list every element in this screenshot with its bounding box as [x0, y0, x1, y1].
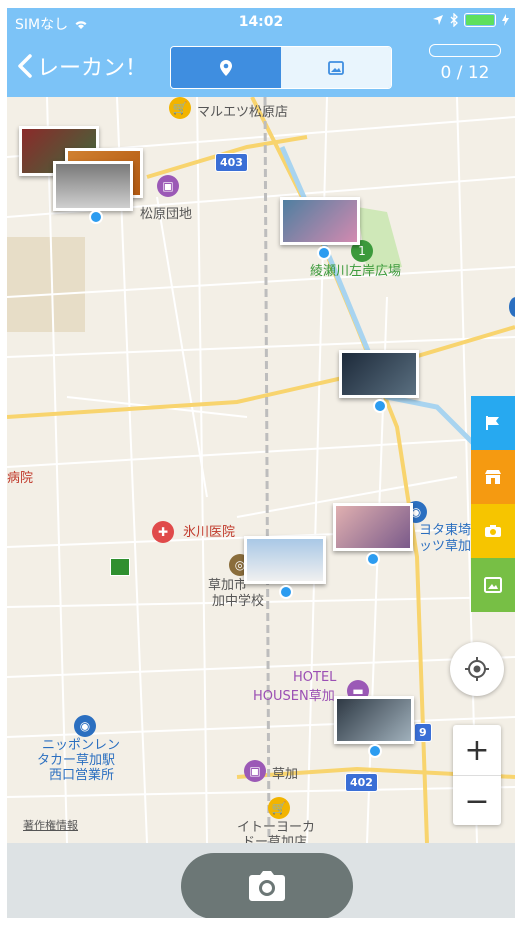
back-label: レーカン！ [37, 56, 148, 81]
map-label: HOUSEN草加 [253, 689, 335, 704]
spot-pin[interactable] [317, 246, 331, 260]
map-view[interactable]: マルエツ松原店 松原団地 綾瀬川左岸広場 病院 氷川医院 草加市 加中学校 ヨタ… [7, 97, 515, 850]
progress-count: 0 / 12 [440, 63, 490, 83]
spot-pin[interactable] [373, 399, 387, 413]
camera-button[interactable] [181, 853, 353, 918]
map-label: ッツ草加 [419, 539, 472, 554]
road-shield: 9 [414, 723, 432, 742]
spot-photo-thumbnail[interactable] [280, 197, 360, 245]
photo-icon [484, 577, 502, 593]
map-label: マルエツ松原店 [197, 105, 289, 120]
camera-filter-tab[interactable] [471, 504, 515, 558]
map-label: 松原団地 [140, 207, 193, 222]
shopping-cart-icon[interactable]: 🛒 [169, 97, 191, 119]
camera-icon [249, 871, 285, 901]
hospital-icon[interactable]: ✚ [152, 521, 174, 543]
convenience-store-icon[interactable] [110, 558, 130, 576]
header-bar: SIMなし 14:02 レーカン！ 0 / 12 [7, 8, 515, 97]
photo-icon [328, 60, 344, 75]
map-label: 綾瀬川左岸広場 [310, 264, 402, 279]
flag-filter-tab[interactable] [471, 396, 515, 450]
map-label: 氷川医院 [183, 525, 236, 540]
bluetooth-icon [450, 13, 458, 27]
location-arrow-icon [433, 15, 443, 25]
spot-photo-thumbnail[interactable] [333, 503, 413, 551]
battery-icon [464, 13, 496, 27]
status-bar: SIMなし 14:02 [7, 8, 515, 36]
map-label: 病院 [7, 471, 34, 486]
train-icon[interactable]: ▣ [157, 175, 179, 197]
map-label: 加中学校 [212, 594, 265, 609]
spot-pin[interactable] [366, 552, 380, 566]
map-label: HOTEL [293, 670, 337, 685]
camera-icon [485, 525, 501, 537]
tab-map-view[interactable] [171, 47, 281, 88]
map-label: 草加 [272, 767, 299, 782]
progress-bar [429, 44, 501, 57]
map-pin-icon [220, 59, 232, 76]
spot-pin[interactable] [368, 744, 382, 758]
car-rental-icon[interactable]: ◉ [74, 715, 96, 737]
shop-filter-tab[interactable] [471, 450, 515, 504]
zoom-in-button[interactable]: + [453, 725, 501, 776]
spot-photo-thumbnail[interactable] [244, 536, 326, 584]
crosshair-icon [465, 657, 489, 681]
map-label: 西口営業所 [49, 768, 115, 783]
flag-icon [486, 416, 499, 430]
bottom-bar [7, 843, 515, 918]
spot-photo-thumbnail[interactable] [334, 696, 414, 744]
zoom-out-button[interactable]: − [453, 776, 501, 826]
shop-icon [485, 470, 501, 484]
app-screen: SIMなし 14:02 レーカン！ 0 / 12 マルエツ松原店 松原団地 綾瀬… [7, 8, 515, 918]
road-shield: 403 [215, 153, 248, 172]
zoom-control: + − [453, 725, 501, 825]
photo-filter-tab[interactable] [471, 558, 515, 612]
back-button[interactable]: レーカン！ [17, 50, 147, 82]
copyright-link[interactable]: 著作権情報 [23, 817, 78, 833]
shopping-cart-icon[interactable]: 🛒 [268, 797, 290, 819]
spot-pin[interactable] [89, 210, 103, 224]
spot-photo-thumbnail[interactable] [339, 350, 419, 398]
charging-icon [502, 14, 509, 26]
spot-photo-thumbnail[interactable] [53, 161, 133, 211]
view-segmented-control [170, 46, 392, 89]
road-shield: 402 [345, 773, 378, 792]
current-location-button[interactable] [450, 642, 504, 696]
spot-pin[interactable] [279, 585, 293, 599]
train-icon[interactable]: ▣ [244, 760, 266, 782]
tab-photo-view[interactable] [281, 47, 391, 88]
visit-progress: 0 / 12 [425, 44, 505, 83]
chevron-left-icon [18, 54, 32, 78]
